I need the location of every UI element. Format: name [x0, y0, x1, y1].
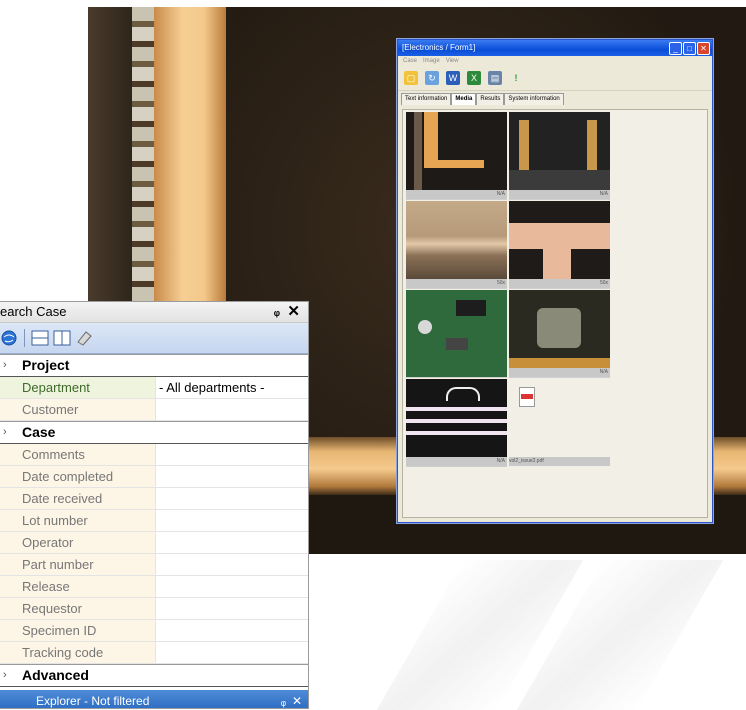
close-button[interactable]: ✕: [697, 42, 710, 55]
property-label: Operator: [0, 532, 156, 553]
media-thumbnail[interactable]: N/A: [406, 379, 507, 467]
media-thumbnail[interactable]: N/A: [406, 112, 507, 200]
property-label: Tracking code: [0, 642, 156, 663]
property-row[interactable]: Date received: [0, 488, 308, 510]
collapse-icon: ›: [3, 359, 7, 371]
app-titlebar[interactable]: [Electronics / Form1] _ □ ✕: [398, 40, 712, 56]
media-thumbnail[interactable]: N/A: [509, 112, 610, 200]
property-label: Date received: [0, 488, 156, 509]
expand-icon: ›: [3, 669, 7, 681]
group-label: Project: [22, 357, 70, 373]
search-panel-header: earch Case ᵩ ✕: [0, 302, 308, 323]
property-value[interactable]: [156, 510, 308, 531]
media-caption: N/A: [509, 190, 610, 199]
property-value[interactable]: [156, 466, 308, 487]
tab-strip: Text information Media Results System in…: [398, 93, 712, 105]
property-label: Requestor: [0, 598, 156, 619]
property-value[interactable]: [156, 598, 308, 619]
app-toolbar: ▢ ↻ W X ▤ !: [398, 66, 712, 91]
exclamation-icon[interactable]: !: [509, 71, 523, 85]
property-label: Release: [0, 576, 156, 597]
pin-icon[interactable]: ᵩ: [281, 690, 286, 708]
property-row[interactable]: Comments: [0, 444, 308, 466]
vertical-split-icon[interactable]: [53, 329, 71, 347]
search-panel-title: earch Case: [0, 304, 67, 319]
media-caption: 50x: [509, 279, 610, 288]
globe-icon[interactable]: [0, 329, 18, 347]
property-label: Comments: [0, 444, 156, 465]
property-label: Date completed: [0, 466, 156, 487]
horizontal-split-icon[interactable]: [31, 329, 49, 347]
tab-results[interactable]: Results: [476, 93, 505, 105]
group-advanced[interactable]: › Advanced: [0, 664, 308, 687]
property-row[interactable]: Part number: [0, 554, 308, 576]
media-caption: vol2_issue2.pdf: [509, 457, 610, 466]
property-row[interactable]: Operator: [0, 532, 308, 554]
explorer-panel-header[interactable]: Explorer - Not filtered ᵩ ✕: [0, 690, 308, 708]
search-case-panel: earch Case ᵩ ✕ › Project Department - Al…: [0, 301, 309, 709]
word-icon[interactable]: W: [446, 71, 460, 85]
search-toolbar: [0, 323, 308, 354]
property-label: Customer: [0, 399, 156, 420]
menu-view[interactable]: View: [446, 56, 459, 66]
property-value[interactable]: [156, 554, 308, 575]
close-icon[interactable]: ✕: [287, 302, 300, 320]
customer-value[interactable]: [156, 399, 308, 420]
property-value[interactable]: [156, 620, 308, 641]
department-value[interactable]: - All departments -: [156, 377, 308, 398]
pdf-icon: [519, 387, 535, 407]
refresh-icon[interactable]: ↻: [425, 71, 439, 85]
media-thumbnail[interactable]: [406, 290, 507, 378]
media-thumbnail[interactable]: vol2_issue2.pdf: [509, 379, 610, 467]
tab-media[interactable]: Media: [451, 93, 477, 105]
media-panel: N/A N/A 50x 50x N/A N/A vol2_issue2.pdf: [402, 109, 708, 518]
close-icon[interactable]: ✕: [292, 690, 302, 708]
property-row[interactable]: Customer: [0, 399, 308, 421]
excel-icon[interactable]: X: [467, 71, 481, 85]
menu-image[interactable]: Image: [423, 56, 440, 66]
property-value[interactable]: [156, 444, 308, 465]
tab-system-information[interactable]: System information: [504, 93, 564, 105]
property-label: Specimen ID: [0, 620, 156, 641]
property-row[interactable]: Release: [0, 576, 308, 598]
property-label: Lot number: [0, 510, 156, 531]
collapse-icon: ›: [3, 426, 7, 438]
property-grid: › Project Department - All departments -…: [0, 354, 308, 687]
maximize-button[interactable]: □: [683, 42, 696, 55]
pin-icon[interactable]: ᵩ: [274, 303, 280, 318]
property-row[interactable]: Requestor: [0, 598, 308, 620]
property-value[interactable]: [156, 532, 308, 553]
media-caption: 50x: [406, 279, 507, 288]
media-thumbnail[interactable]: 50x: [406, 201, 507, 289]
minimize-button[interactable]: _: [669, 42, 682, 55]
group-case[interactable]: › Case: [0, 421, 308, 444]
app-window: [Electronics / Form1] _ □ ✕ Case Image V…: [397, 39, 713, 523]
tab-text-information[interactable]: Text information: [401, 93, 452, 105]
property-row[interactable]: Tracking code: [0, 642, 308, 664]
menu-bar: Case Image View: [398, 56, 712, 66]
property-row[interactable]: Specimen ID: [0, 620, 308, 642]
group-label: Case: [22, 424, 56, 440]
property-label: Department: [0, 377, 156, 398]
property-value[interactable]: [156, 488, 308, 509]
eraser-icon[interactable]: [75, 329, 93, 347]
folder-icon[interactable]: ▢: [404, 71, 418, 85]
property-label: Part number: [0, 554, 156, 575]
explorer-title: Explorer - Not filtered: [36, 694, 150, 708]
property-value[interactable]: [156, 642, 308, 663]
property-row[interactable]: Department - All departments -: [0, 377, 308, 399]
group-project[interactable]: › Project: [0, 354, 308, 377]
property-row[interactable]: Lot number: [0, 510, 308, 532]
media-caption: N/A: [406, 457, 507, 466]
property-row[interactable]: Date completed: [0, 466, 308, 488]
media-thumbnail[interactable]: N/A: [509, 290, 610, 378]
group-label: Advanced: [22, 667, 89, 683]
media-thumbnail[interactable]: 50x: [509, 201, 610, 289]
menu-case[interactable]: Case: [403, 56, 417, 66]
property-value[interactable]: [156, 576, 308, 597]
app-title: [Electronics / Form1]: [402, 43, 476, 52]
media-caption: N/A: [509, 368, 610, 377]
media-caption: N/A: [406, 190, 507, 199]
presentation-icon[interactable]: ▤: [488, 71, 502, 85]
